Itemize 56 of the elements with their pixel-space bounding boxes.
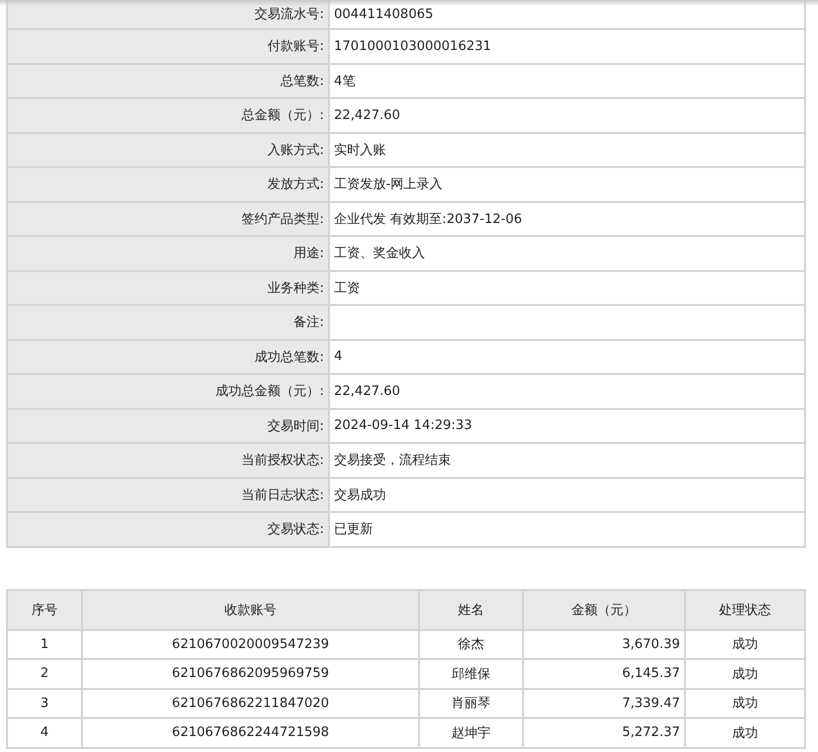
table-cell: 5,272.37 <box>622 725 680 740</box>
column-header: 序号 <box>32 602 58 618</box>
field-label: 备注: <box>294 315 324 330</box>
column-header: 金额（元） <box>572 602 636 618</box>
field-value: 工资发放-网上录入 <box>334 177 443 192</box>
field-label: 总金额（元）: <box>242 108 324 124</box>
table-cell: 3,670.39 <box>622 636 680 652</box>
field-value: 实时入账 <box>334 142 386 158</box>
field-label: 成功总金额（元）: <box>216 384 324 400</box>
field-label: 成功总笔数: <box>254 350 324 365</box>
field-value: 2024-09-14 14:29:33 <box>334 418 472 434</box>
table-cell: 7,339.47 <box>622 696 680 711</box>
field-value: 4笔 <box>334 74 356 89</box>
table-cell: 6210676862095969759 <box>172 666 330 682</box>
field-value: 22,427.60 <box>334 108 400 123</box>
table-cell: 成功 <box>732 696 758 712</box>
table-cell: 邱维保 <box>452 666 490 682</box>
field-label: 发放方式: <box>268 177 324 192</box>
field-value: 4 <box>334 349 342 364</box>
table-cell: 3 <box>40 696 49 711</box>
table-cell: 赵坤宇 <box>452 726 490 741</box>
column-header: 收款账号 <box>224 602 276 618</box>
field-value: 企业代发 有效期至:2037-12-06 <box>334 212 522 227</box>
field-label: 交易时间: <box>268 418 324 434</box>
field-value: 1701000103000016231 <box>334 38 492 54</box>
field-label: 业务种类: <box>268 280 324 296</box>
field-label: 签约产品类型: <box>242 212 324 227</box>
table-cell: 成功 <box>732 726 758 741</box>
field-label: 交易状态: <box>268 522 324 538</box>
field-value: 交易成功 <box>334 488 386 503</box>
table-cell: 6,145.37 <box>622 666 680 682</box>
field-label: 付款账号: <box>268 39 324 54</box>
table-cell: 1 <box>40 636 49 652</box>
field-value: 004411408065 <box>334 6 434 22</box>
field-value: 工资 <box>334 280 360 296</box>
field-label: 用途: <box>294 246 324 262</box>
field-value: 工资、奖金收入 <box>334 246 425 262</box>
field-label: 交易流水号: <box>254 7 324 22</box>
field-value: 交易接受，流程结束 <box>334 453 451 468</box>
table-cell: 6210670020009547239 <box>172 636 330 652</box>
table-cell: 成功 <box>732 666 758 682</box>
field-label: 总笔数: <box>280 74 324 89</box>
field-label: 当前授权状态: <box>242 453 324 468</box>
table-cell: 成功 <box>732 637 758 652</box>
table-cell: 肖丽琴 <box>452 696 490 712</box>
column-header: 姓名 <box>458 602 484 618</box>
field-value: 22,427.60 <box>334 384 400 399</box>
column-header: 处理状态 <box>719 602 771 618</box>
table-cell: 4 <box>40 725 49 740</box>
table-cell: 徐杰 <box>458 637 484 652</box>
field-label: 当前日志状态: <box>242 488 324 503</box>
field-value: 已更新 <box>334 522 373 538</box>
table-cell: 6210676862244721598 <box>172 725 330 740</box>
table-cell: 2 <box>40 666 49 682</box>
field-label: 入账方式: <box>268 142 324 158</box>
table-cell: 6210676862211847020 <box>172 696 330 711</box>
